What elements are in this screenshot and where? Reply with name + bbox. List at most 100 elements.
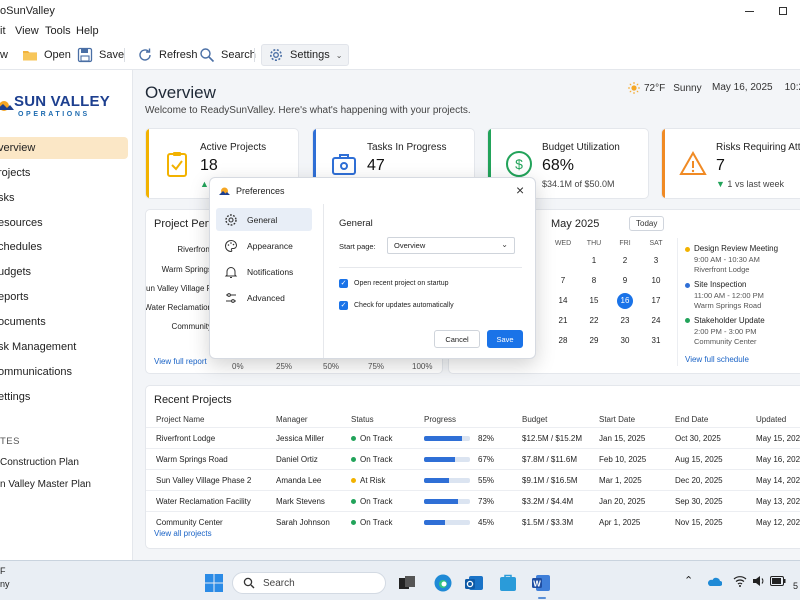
table-row[interactable]: Sun Valley Village Phase 2 Amanda Lee At R… [146, 469, 800, 490]
calendar-day[interactable]: 10 [646, 273, 666, 289]
task-view-icon[interactable] [396, 572, 418, 594]
table-row[interactable]: Riverfront Lodge Jessica Miller On Track 82… [146, 427, 800, 448]
kpi-trend: ▲ [200, 179, 209, 189]
view-full-schedule-link[interactable]: View full schedule [685, 355, 749, 364]
volume-icon[interactable] [752, 575, 766, 587]
view-full-report-link[interactable]: View full report [154, 357, 207, 366]
menu-edit[interactable]: it [0, 25, 6, 37]
calendar-day[interactable]: 7 [553, 273, 573, 289]
table-row[interactable]: Community Center Sarah Johnson On Track 45%… [146, 511, 800, 532]
calendar-day[interactable]: 31 [646, 333, 666, 349]
dialog-nav-appearance[interactable]: Appearance [216, 234, 312, 257]
menu-view[interactable]: View [15, 25, 39, 37]
table-row[interactable]: Warm Springs Road Daniel Ortiz On Track 67%… [146, 448, 800, 469]
status-text: On Track [360, 434, 393, 443]
wifi-icon[interactable] [733, 575, 747, 587]
column-header[interactable]: End Date [675, 415, 708, 424]
calendar-day[interactable]: 8 [584, 273, 604, 289]
sidebar-item-tasks[interactable]: sks [0, 187, 128, 209]
sidebar-item-settings[interactable]: ettings [0, 386, 128, 408]
settings-button[interactable]: Settings ⌄ [261, 44, 350, 66]
chevron-up-icon[interactable]: ⌃ [684, 574, 693, 587]
calendar-day[interactable]: 9 [615, 273, 635, 289]
column-header[interactable]: Progress [424, 415, 456, 424]
column-header[interactable]: Manager [276, 415, 308, 424]
new-button[interactable]: w [0, 44, 8, 66]
check-updates-checkbox[interactable]: ✓ [339, 301, 348, 310]
sidebar-item-projects[interactable]: rojects [0, 162, 128, 184]
calendar-day[interactable]: 1 [584, 253, 604, 269]
calendar-day[interactable]: 21 [553, 313, 573, 329]
sidebar-item-overview[interactable]: verview [0, 137, 128, 159]
store-icon[interactable] [497, 572, 519, 594]
menu-tools[interactable]: Tools [45, 25, 71, 37]
status-dot [351, 499, 356, 505]
sidebar-item-risk-management[interactable]: sk Management [0, 336, 128, 358]
event-title[interactable]: Stakeholder Update [694, 316, 765, 325]
page-subtitle: Welcome to ReadySunValley. Here's what's… [145, 105, 471, 116]
sidebar-item-documents[interactable]: ocuments [0, 311, 128, 333]
sidebar-item-schedules[interactable]: chedules [0, 236, 128, 258]
refresh-button[interactable]: Refresh [137, 44, 198, 66]
open-button[interactable]: Open [22, 44, 71, 66]
dialog-nav-notifications[interactable]: Notifications [216, 260, 312, 283]
edge-icon[interactable] [432, 572, 454, 594]
windows-start-icon[interactable] [203, 572, 225, 594]
cancel-button[interactable]: Cancel [434, 330, 480, 348]
calendar-day[interactable]: 24 [646, 313, 666, 329]
kpi-label: Budget Utilization [542, 142, 620, 153]
start-page-select[interactable]: Overview ⌄ [387, 237, 515, 254]
calendar-day-selected[interactable]: 16 [617, 293, 633, 309]
table-row[interactable]: Water Reclamation Facility Mark Stevens On… [146, 490, 800, 511]
calendar-day[interactable]: 30 [615, 333, 635, 349]
calendar-day[interactable]: 2 [615, 253, 635, 269]
view-all-projects-link[interactable]: View all projects [154, 529, 212, 538]
calendar-day[interactable]: 29 [584, 333, 604, 349]
close-button[interactable]: × [516, 182, 524, 198]
taskbar-weather-temp[interactable]: F [0, 566, 6, 576]
outlook-icon[interactable] [463, 572, 485, 594]
favorite-link[interactable]: n Valley Master Plan [0, 479, 91, 490]
search-button[interactable]: Search [199, 44, 256, 66]
column-header[interactable]: Updated [756, 415, 786, 424]
dialog-nav-advanced[interactable]: Advanced [216, 286, 312, 309]
menu-help[interactable]: Help [76, 25, 99, 37]
performance-row-label: Community [171, 322, 212, 331]
event-title[interactable]: Design Review Meeting [694, 244, 778, 253]
open-recent-checkbox[interactable]: ✓ [339, 279, 348, 288]
taskbar-search[interactable]: Search [232, 572, 386, 594]
column-header[interactable]: Status [351, 415, 374, 424]
dialog-nav-general[interactable]: General [216, 208, 312, 231]
calendar-day[interactable]: 22 [584, 313, 604, 329]
minimize-button[interactable] [732, 0, 766, 22]
column-header[interactable]: Start Date [599, 415, 635, 424]
save-button[interactable]: Save [487, 330, 523, 348]
progress-fill [424, 478, 450, 483]
calendar-day[interactable]: 23 [615, 313, 635, 329]
kpi-card-risks[interactable]: Risks Requiring Attention 7 ▼ 1 vs last … [661, 128, 800, 199]
sidebar-item-budgets[interactable]: udgets [0, 261, 128, 283]
save-button[interactable]: Save [77, 44, 124, 66]
manager-cell: Mark Stevens [276, 497, 325, 506]
calendar-day[interactable]: 15 [584, 293, 604, 309]
word-icon[interactable]: W [530, 572, 552, 594]
calendar-day[interactable]: 17 [646, 293, 666, 309]
sidebar-item-reports[interactable]: eports [0, 286, 128, 308]
calendar-day[interactable]: 3 [646, 253, 666, 269]
sidebar-item-resources[interactable]: esources [0, 212, 128, 234]
battery-icon[interactable] [770, 576, 786, 586]
column-header[interactable]: Budget [522, 415, 547, 424]
project-name-cell: Sun Valley Village Phase 2 [156, 476, 252, 485]
column-header[interactable]: Project Name [156, 415, 204, 424]
favorite-link[interactable]: Construction Plan [0, 457, 79, 468]
today-button[interactable]: Today [629, 216, 665, 231]
trend-text: vs last week [734, 179, 784, 189]
onedrive-icon[interactable] [706, 575, 722, 587]
toolbar-divider [124, 48, 125, 62]
calendar-day[interactable]: 14 [553, 293, 573, 309]
calendar-day[interactable]: 28 [553, 333, 573, 349]
event-title[interactable]: Site Inspection [694, 280, 746, 289]
taskbar-clock[interactable]: 5 [793, 581, 798, 591]
maximize-button[interactable] [766, 0, 800, 22]
sidebar-item-communications[interactable]: ommunications [0, 361, 128, 383]
